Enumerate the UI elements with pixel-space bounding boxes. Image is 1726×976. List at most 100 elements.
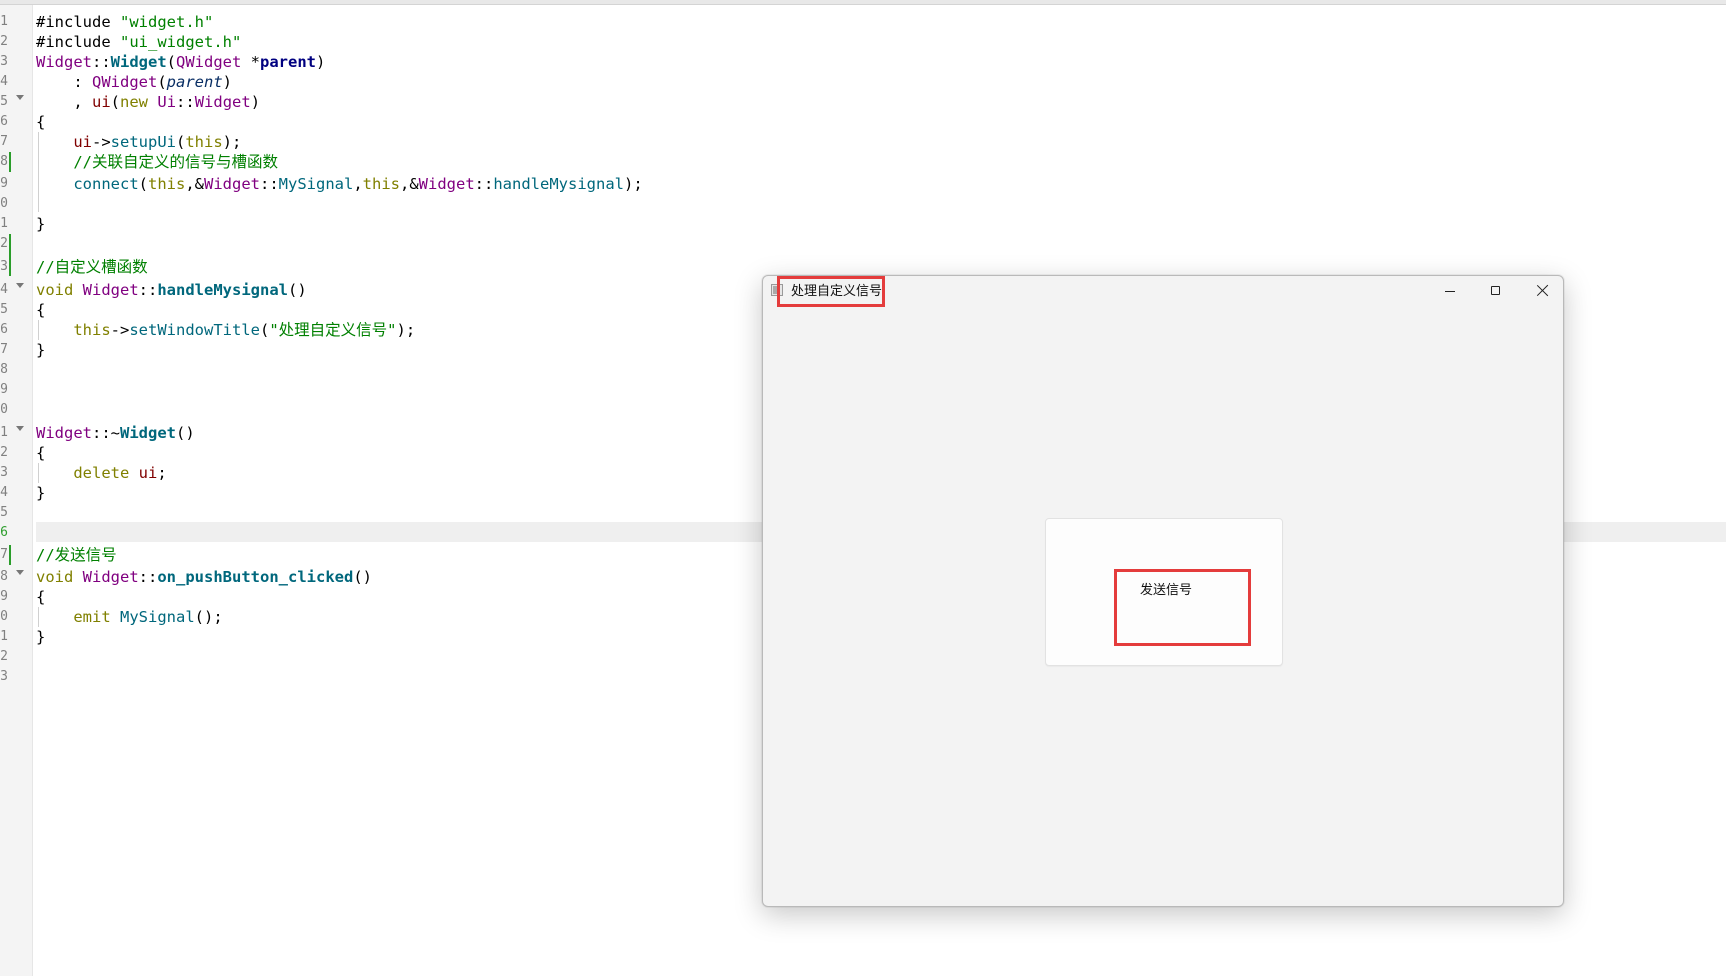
code-token: ,& <box>185 175 204 193</box>
maximize-button[interactable] <box>1473 276 1519 306</box>
code-token: Widget <box>120 424 176 442</box>
line-number: 2 <box>0 445 8 460</box>
code-line: //关联自定义的信号与槽函数 <box>36 152 278 172</box>
code-token: ) <box>250 93 261 111</box>
line-number: 6 <box>0 114 8 129</box>
code-token: -> <box>92 133 111 151</box>
code-line: Widget::Widget(QWidget *parent) <box>36 52 325 72</box>
line-number: 4 <box>0 282 8 297</box>
line-number: 1 <box>0 425 8 440</box>
code-token: ,& <box>400 175 419 193</box>
line-number: 3 <box>0 259 8 274</box>
code-token: "处理自定义信号" <box>269 321 397 339</box>
code-token: this <box>73 321 111 339</box>
code-token: #include <box>36 33 120 51</box>
code-token: parent <box>166 73 223 91</box>
code-token: ); <box>396 321 416 339</box>
fold-arrow-icon[interactable] <box>16 283 24 288</box>
fold-arrow-icon[interactable] <box>16 570 24 575</box>
line-number: 2 <box>0 649 8 664</box>
app-window[interactable]: 处理自定义信号 发送信号 <box>762 275 1564 907</box>
line-number: 8 <box>0 569 8 584</box>
line-number: 0 <box>0 402 8 417</box>
code-line: void Widget::on_pushButton_clicked() <box>36 567 372 587</box>
code-token: ( <box>157 73 167 91</box>
close-icon <box>1536 284 1549 297</box>
code-token: :: <box>138 568 158 586</box>
code-token: Widget <box>36 424 92 442</box>
code-token: Widget <box>204 175 260 193</box>
code-line: #include "widget.h" <box>36 12 213 32</box>
code-token: , <box>36 93 92 111</box>
code-token: ::~ <box>92 424 120 442</box>
code-token: setupUi <box>110 133 176 151</box>
code-token: ui <box>138 464 158 482</box>
code-line: : QWidget(parent) <box>36 72 232 92</box>
code-token: ui <box>73 133 92 151</box>
code-token: :: <box>92 53 111 71</box>
line-number: 4 <box>0 485 8 500</box>
code-token: ); <box>222 133 242 151</box>
line-number: 2 <box>0 34 8 49</box>
code-line: { <box>36 300 45 320</box>
code-token: handleMysignal <box>157 281 288 299</box>
code-token: Widget <box>82 568 139 586</box>
line-number: 2 <box>0 236 8 251</box>
code-line: void Widget::handleMysignal() <box>36 280 307 300</box>
code-token: :: <box>474 175 494 193</box>
code-token: "widget.h" <box>120 13 214 31</box>
code-token: void <box>36 568 74 586</box>
code-comment: //关联自定义的信号与槽函数 <box>36 153 278 171</box>
code-token: MySignal <box>278 175 354 193</box>
code-token: ( <box>110 93 121 111</box>
line-number: 0 <box>0 609 8 624</box>
code-token: this <box>362 175 400 193</box>
fold-arrow-icon[interactable] <box>16 426 24 431</box>
minimize-button[interactable] <box>1427 276 1473 306</box>
code-token: delete <box>73 464 130 482</box>
code-token: { <box>36 444 46 462</box>
code-line: { <box>36 443 45 463</box>
line-number-gutter: 1 2 3 4 5 6 7 8 9 0 1 2 3 4 5 6 7 8 9 0 … <box>0 5 33 976</box>
app-icon <box>771 284 783 296</box>
code-token: () <box>176 424 195 442</box>
code-token: on_pushButton_clicked <box>157 568 354 586</box>
code-line: #include "ui_widget.h" <box>36 32 241 52</box>
code-token: -> <box>110 321 130 339</box>
code-token: } <box>36 215 46 233</box>
code-token: } <box>36 341 46 359</box>
line-number: 1 <box>0 14 8 29</box>
code-token: ) <box>316 53 326 71</box>
window-titlebar[interactable]: 处理自定义信号 <box>763 276 1563 306</box>
code-token: "ui_widget.h" <box>120 33 242 51</box>
change-marker <box>9 545 11 565</box>
line-number-current: 6 <box>0 525 8 540</box>
code-token: { <box>36 113 46 131</box>
code-line: } <box>36 483 45 503</box>
code-token: Widget <box>418 175 475 193</box>
close-button[interactable] <box>1519 276 1565 306</box>
code-token: :: <box>176 93 195 111</box>
fold-arrow-icon[interactable] <box>16 95 24 100</box>
code-token: new <box>120 93 149 111</box>
code-token: handleMysignal <box>493 175 624 193</box>
code-token: (); <box>194 608 223 626</box>
line-number: 3 <box>0 54 8 69</box>
code-token: Widget <box>110 53 167 71</box>
send-signal-button[interactable]: 发送信号 <box>1045 518 1283 666</box>
line-number: 8 <box>0 362 8 377</box>
code-line: emit MySignal(); <box>36 607 223 627</box>
code-line: , ui(new Ui::Widget) <box>36 92 260 112</box>
code-token: () <box>353 568 372 586</box>
line-number: 7 <box>0 342 8 357</box>
code-token: #include <box>36 13 120 31</box>
code-token: parent <box>260 53 317 71</box>
window-title: 处理自定义信号 <box>791 283 883 298</box>
